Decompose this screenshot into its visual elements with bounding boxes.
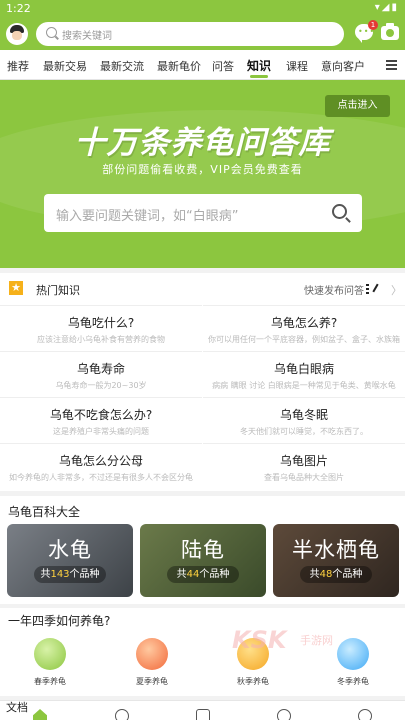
knowledge-question: 乌龟冬眠 bbox=[279, 408, 328, 422]
message-badge: 1 bbox=[368, 20, 378, 30]
market-icon[interactable] bbox=[196, 709, 210, 720]
home-icon[interactable] bbox=[33, 709, 47, 720]
knowledge-item[interactable]: 乌龟怎么分公母 如今养龟的人非常多，不过还是有很多人不会区分龟 bbox=[0, 443, 202, 489]
spring-icon bbox=[34, 638, 66, 670]
knowledge-question: 乌龟不吃食怎么办? bbox=[49, 408, 153, 422]
knowledge-answer: 应该注意给小乌龟补食有营养的食物 bbox=[37, 335, 165, 344]
enter-button[interactable]: 点击进入 bbox=[325, 95, 390, 117]
tab-prospects[interactable]: 意向客户 bbox=[321, 58, 365, 74]
profile-icon[interactable] bbox=[358, 709, 372, 720]
season-summer[interactable]: 夏季养龟 bbox=[117, 638, 187, 688]
category-card-semi-aquatic[interactable]: 半水栖龟 共48个品种 bbox=[273, 524, 399, 597]
avatar[interactable] bbox=[6, 23, 28, 45]
bottom-nav: 文档 bbox=[0, 700, 405, 720]
search-icon bbox=[46, 27, 57, 38]
menu-icon[interactable] bbox=[386, 60, 397, 62]
knowledge-question: 乌龟寿命 bbox=[76, 362, 125, 376]
knowledge-answer: 这是养殖户非常头痛的问题 bbox=[53, 427, 149, 436]
search-placeholder: 搜索关键词 bbox=[62, 31, 112, 42]
card-name: 陆龟 bbox=[181, 538, 225, 562]
section-title: 乌龟百科大全 bbox=[8, 505, 81, 519]
season-label: 春季养龟 bbox=[34, 677, 66, 686]
season-label: 冬季养龟 bbox=[337, 677, 369, 686]
knowledge-answer: 查看乌龟品种大全图片 bbox=[264, 473, 344, 482]
knowledge-item[interactable]: 乌龟吃什么? 应该注意给小乌龟补食有营养的食物 bbox=[0, 305, 202, 351]
community-icon[interactable] bbox=[277, 709, 291, 720]
banner-title: 十万条养龟问答库 bbox=[74, 125, 331, 161]
search-icon[interactable] bbox=[332, 204, 347, 219]
knowledge-item[interactable]: 乌龟寿命 乌龟寿命一般为20~30岁 bbox=[0, 351, 202, 397]
season-spring[interactable]: 春季养龟 bbox=[15, 638, 85, 688]
knowledge-question: 乌龟怎么养? bbox=[270, 316, 338, 330]
knowledge-answer: 如今养龟的人非常多，不过还是有很多人不会区分龟 bbox=[9, 473, 193, 482]
watermark-logo: KSK bbox=[232, 626, 287, 654]
tab-latest-discussion[interactable]: 最新交流 bbox=[100, 58, 144, 74]
tab-qa[interactable]: 问答 bbox=[212, 58, 234, 74]
knowledge-item[interactable]: 乌龟白眼病 病病 瞒眼 讨论 白眼病是一种常见于龟类、黄喉水龟 bbox=[203, 351, 405, 397]
category-card-water-turtle[interactable]: 水龟 共143个品种 bbox=[7, 524, 133, 597]
knowledge-answer: 病病 瞒眼 讨论 白眼病是一种常见于龟类、黄喉水龟 bbox=[212, 381, 396, 390]
status-bar: 1:22 ▾◢▮ bbox=[0, 0, 405, 18]
knowledge-answer: 冬天他们就可以睡觉，不吃东西了。 bbox=[240, 427, 368, 436]
tab-courses[interactable]: 课程 bbox=[286, 58, 308, 74]
knowledge-question: 乌龟吃什么? bbox=[67, 316, 135, 330]
tab-latest-trades[interactable]: 最新交易 bbox=[43, 58, 87, 74]
knowledge-item[interactable]: 乌龟不吃食怎么办? 这是养殖户非常头痛的问题 bbox=[0, 397, 202, 443]
hot-knowledge-section: ★ 热门知识 快速发布问答 〉 乌龟吃什么? 应该注意给小乌龟补食有营养的食物 … bbox=[0, 273, 405, 491]
star-icon: ★ bbox=[9, 281, 23, 295]
tab-recommend[interactable]: 推荐 bbox=[7, 58, 29, 74]
category-tabs: 推荐 最新交易 最新交流 最新龟价 问答 知识 课程 意向客户 bbox=[0, 50, 405, 80]
next-section-title: 文档 bbox=[6, 701, 28, 714]
summer-icon bbox=[136, 638, 168, 670]
search-input[interactable]: 搜索关键词 bbox=[36, 22, 344, 46]
qa-search-input[interactable]: 输入要问题关键词，如“白眼病” bbox=[44, 194, 362, 232]
watermark-text: 手游网 bbox=[300, 634, 333, 647]
card-count: 共143个品种 bbox=[34, 566, 106, 583]
banner-subtitle: 部份问题偷看收费，VIP会员免费查看 bbox=[102, 163, 303, 176]
card-count: 共48个品种 bbox=[300, 566, 372, 583]
camera-icon[interactable] bbox=[381, 23, 399, 40]
play-icon[interactable] bbox=[115, 709, 129, 720]
season-label: 秋季养龟 bbox=[237, 677, 269, 686]
knowledge-item[interactable]: 乌龟怎么养? 你可以用任何一个平底容器，例如盆子、盒子、水族箱 bbox=[203, 305, 405, 351]
qa-search-placeholder: 输入要问题关键词，如“白眼病” bbox=[56, 209, 239, 224]
category-card-tortoise[interactable]: 陆龟 共44个品种 bbox=[140, 524, 266, 597]
quick-ask-link[interactable]: 快速发布问答 bbox=[304, 282, 364, 297]
knowledge-question: 乌龟白眼病 bbox=[273, 362, 334, 376]
season-label: 夏季养龟 bbox=[136, 677, 168, 686]
section-title: 热门知识 bbox=[36, 284, 80, 297]
winter-icon bbox=[337, 638, 369, 670]
chevron-right-icon[interactable]: 〉 bbox=[391, 282, 402, 298]
tab-knowledge[interactable]: 知识 bbox=[247, 57, 271, 74]
knowledge-item[interactable]: 乌龟图片 查看乌龟品种大全图片 bbox=[203, 443, 405, 489]
tab-latest-prices[interactable]: 最新龟价 bbox=[157, 58, 201, 74]
pen-icon[interactable] bbox=[366, 283, 380, 294]
seasons-section: 一年四季如何养龟? 春季养龟 夏季养龟 秋季养龟 冬季养龟 bbox=[0, 608, 405, 696]
encyclopedia-section: 乌龟百科大全 水龟 共143个品种 陆龟 共44个品种 半水栖龟 共48个品种 bbox=[0, 496, 405, 604]
top-bar: 搜索关键词 ••• 1 bbox=[0, 18, 405, 50]
card-name: 水龟 bbox=[48, 538, 92, 562]
knowledge-answer: 乌龟寿命一般为20~30岁 bbox=[55, 381, 147, 390]
active-tab-indicator bbox=[250, 75, 268, 78]
status-time: 1:22 bbox=[6, 2, 31, 15]
card-count: 共44个品种 bbox=[167, 566, 239, 583]
card-name: 半水栖龟 bbox=[292, 538, 380, 562]
knowledge-answer: 你可以用任何一个平底容器，例如盆子、盒子、水族箱 bbox=[208, 335, 400, 344]
knowledge-question: 乌龟怎么分公母 bbox=[58, 454, 143, 468]
knowledge-item[interactable]: 乌龟冬眠 冬天他们就可以睡觉，不吃东西了。 bbox=[203, 397, 405, 443]
status-icons: ▾◢▮ bbox=[374, 2, 399, 13]
knowledge-question: 乌龟图片 bbox=[279, 454, 328, 468]
section-title: 一年四季如何养龟? bbox=[8, 614, 111, 628]
